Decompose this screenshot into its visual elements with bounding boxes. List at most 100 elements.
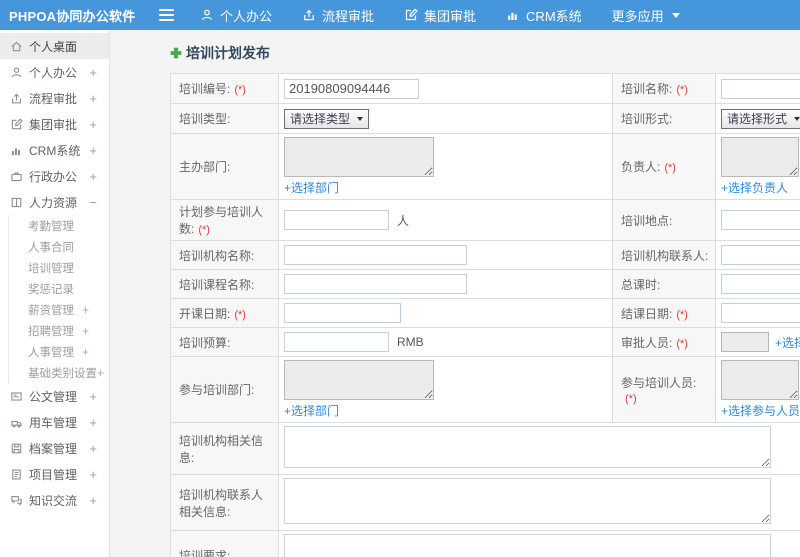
collapse-minus-icon[interactable]: −	[89, 195, 97, 210]
choose-approver-link[interactable]: +选择审批人	[775, 334, 800, 351]
sidebar-item-personal-office[interactable]: 个人办公 +	[0, 59, 109, 85]
required-mark: (*)	[234, 84, 246, 96]
approver-input[interactable]	[721, 332, 769, 352]
org-name-input[interactable]	[284, 245, 467, 265]
edit-icon	[10, 117, 23, 131]
user-icon	[10, 66, 23, 79]
expand-plus-icon[interactable]: +	[89, 493, 97, 508]
sidebar-subitem-personnel[interactable]: 人事管理 +	[9, 341, 109, 362]
host-dept-label: 主办部门:	[170, 133, 279, 200]
expand-plus-icon[interactable]: +	[82, 303, 89, 317]
leader-textarea[interactable]	[721, 137, 799, 177]
planned-count-input[interactable]	[284, 210, 389, 230]
sidebar-item-workflow-approval[interactable]: 流程审批 +	[0, 85, 109, 111]
sidebar-item-hr[interactable]: 人力资源 −	[0, 189, 109, 215]
top-menu-group-approval[interactable]: 集团审批	[404, 6, 476, 25]
course-name-label: 培训课程名称:	[170, 269, 279, 299]
course-name-input[interactable]	[284, 274, 467, 294]
budget-input[interactable]	[284, 332, 389, 352]
sidebar-subitem-base-category[interactable]: 基础类别设置 +	[9, 362, 109, 383]
choose-dept-link[interactable]: +选择部门	[284, 179, 339, 196]
choose-leader-link[interactable]: +选择负责人	[721, 179, 788, 196]
org-info-label: 培训机构相关信息:	[170, 422, 279, 475]
sidebar-navigation: 个人桌面 个人办公 + 流程审批 + 集团审批 + CRM系统 + 行政办公 +…	[0, 30, 110, 557]
training-type-select[interactable]: 请选择类型	[284, 108, 370, 129]
hours-input[interactable]	[721, 274, 800, 294]
join-dept-textarea[interactable]	[284, 360, 434, 400]
training-number-label: 培训编号: (*)	[170, 73, 279, 104]
expand-plus-icon[interactable]: +	[89, 143, 97, 158]
caret-down-icon	[671, 12, 680, 18]
choose-join-people-link[interactable]: +选择参与人员	[721, 402, 800, 419]
bar-chart-icon	[506, 8, 520, 22]
sidebar-item-projects[interactable]: 项目管理 +	[0, 461, 109, 487]
sidebar-item-admin-office[interactable]: 行政办公 +	[0, 163, 109, 189]
sidebar-subitem-rewards[interactable]: 奖惩记录	[9, 278, 109, 299]
expand-plus-icon[interactable]: +	[89, 91, 97, 106]
expand-plus-icon[interactable]: +	[89, 389, 97, 404]
choose-dept-link[interactable]: +选择部门	[284, 402, 339, 419]
top-menu: 个人办公 流程审批 集团审批 CRM系统 更多应用	[200, 6, 710, 25]
org-info-textarea[interactable]	[284, 426, 771, 468]
sidebar-item-documents[interactable]: 公文管理 +	[0, 383, 109, 409]
notebook-icon	[10, 468, 23, 481]
org-contact-input[interactable]	[721, 245, 800, 265]
chat-icon	[10, 494, 23, 507]
start-date-input[interactable]	[284, 303, 401, 323]
training-name-label: 培训名称: (*)	[612, 73, 716, 104]
sidebar-subitem-training[interactable]: 培训管理	[9, 257, 109, 278]
row-type-mode: 培训类型: 请选择类型 培训形式: 请选择形式	[170, 103, 800, 134]
training-type-label: 培训类型:	[170, 103, 279, 134]
requirement-textarea[interactable]	[284, 534, 771, 557]
leader-label: 负责人: (*)	[612, 133, 716, 200]
expand-plus-icon[interactable]: +	[97, 366, 104, 380]
expand-plus-icon[interactable]: +	[89, 467, 97, 482]
top-menu-personal-office[interactable]: 个人办公	[200, 6, 272, 25]
expand-plus-icon[interactable]: +	[89, 117, 97, 132]
sidebar-item-vehicle[interactable]: 用车管理 +	[0, 409, 109, 435]
hamburger-menu-icon[interactable]	[159, 9, 174, 21]
training-mode-select[interactable]: 请选择形式	[721, 108, 800, 129]
join-people-label: 参与培训人员:(*)	[612, 356, 716, 423]
top-navigation-bar: PHPOA协同办公软件 个人办公 流程审批 集团审批 CRM系统 更多应用	[0, 0, 800, 30]
sidebar-subitem-attendance[interactable]: 考勤管理	[9, 215, 109, 236]
expand-plus-icon[interactable]: +	[82, 324, 89, 338]
contact-info-textarea[interactable]	[284, 478, 771, 524]
expand-plus-icon[interactable]: +	[89, 65, 97, 80]
training-name-input[interactable]	[721, 78, 800, 99]
row-requirement: 培训要求:	[170, 530, 800, 557]
required-mark: (*)	[676, 84, 688, 96]
required-mark: (*)	[676, 337, 688, 350]
row-org-info: 培训机构相关信息:	[170, 422, 800, 475]
sidebar-item-knowledge[interactable]: 知识交流 +	[0, 487, 109, 513]
expand-plus-icon[interactable]: +	[89, 415, 97, 430]
required-mark: (*)	[234, 308, 246, 321]
budget-label: 培训预算:	[170, 327, 279, 357]
sidebar-subitem-hr-contract[interactable]: 人事合同	[9, 236, 109, 257]
row-hostdept-leader: 主办部门: +选择部门 负责人: (*) +选择负责人	[170, 133, 800, 200]
sidebar-subitem-recruit[interactable]: 招聘管理 +	[9, 320, 109, 341]
sidebar-item-archives[interactable]: 档案管理 +	[0, 435, 109, 461]
end-date-input[interactable]	[721, 303, 800, 323]
expand-plus-icon[interactable]: +	[89, 441, 97, 456]
expand-plus-icon[interactable]: +	[82, 345, 89, 359]
training-mode-label: 培训形式:	[612, 103, 716, 134]
place-input[interactable]	[721, 210, 800, 230]
sidebar-item-desktop[interactable]: 个人桌面	[0, 33, 109, 59]
sidebar-item-group-approval[interactable]: 集团审批 +	[0, 111, 109, 137]
training-number-input[interactable]	[284, 78, 419, 99]
row-contact-info: 培训机构联系人相关信息:	[170, 474, 800, 531]
expand-plus-icon[interactable]: +	[89, 169, 97, 184]
host-dept-textarea[interactable]	[284, 137, 434, 177]
join-people-textarea[interactable]	[721, 360, 799, 400]
top-menu-more-apps[interactable]: 更多应用	[612, 6, 680, 25]
sidebar-item-crm[interactable]: CRM系统 +	[0, 137, 109, 163]
select-caret-icon	[794, 116, 800, 121]
select-caret-icon	[357, 116, 364, 121]
book-icon	[10, 196, 23, 209]
top-menu-workflow-approval[interactable]: 流程审批	[302, 6, 374, 25]
bar-chart-icon	[10, 144, 23, 157]
car-icon	[10, 416, 23, 429]
sidebar-subitem-salary[interactable]: 薪资管理 +	[9, 299, 109, 320]
top-menu-crm[interactable]: CRM系统	[506, 6, 582, 25]
